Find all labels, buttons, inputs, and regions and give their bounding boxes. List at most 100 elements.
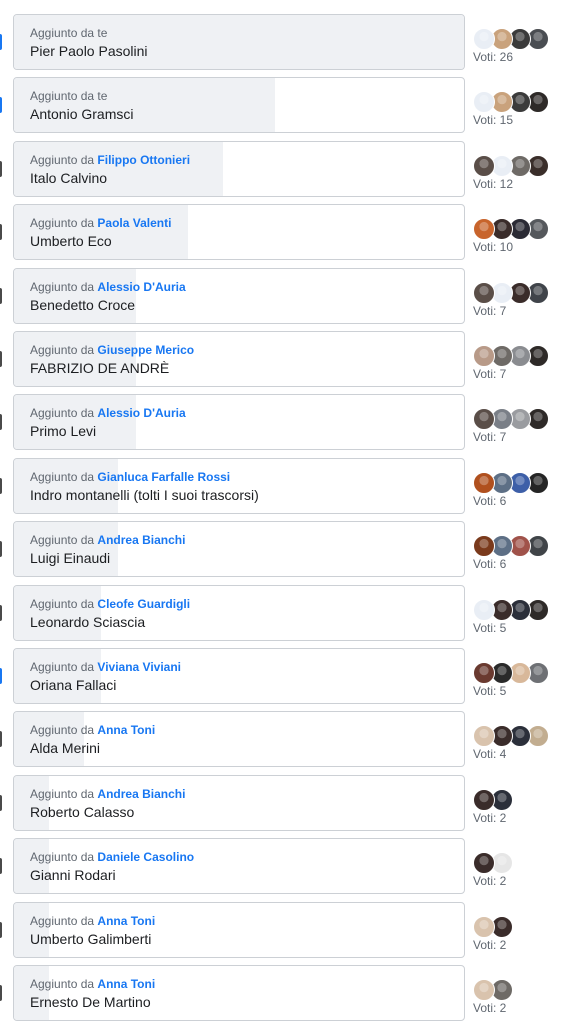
added-by-user-link[interactable]: Daniele Casolino	[97, 850, 194, 864]
voter-avatars[interactable]	[473, 408, 561, 432]
voters[interactable]: Voti: 5	[473, 662, 561, 702]
option-text: Aggiunto da Andrea Bianchi Roberto Calass…	[30, 787, 454, 822]
added-by-user-link[interactable]: Cleofe Guardigli	[97, 597, 190, 611]
vote-checkbox[interactable]	[0, 858, 2, 875]
voters[interactable]: Voti: 7	[473, 345, 561, 385]
voters[interactable]: Voti: 12	[473, 154, 561, 195]
vote-checkbox[interactable]	[0, 541, 2, 558]
voter-avatar[interactable]	[473, 345, 495, 367]
voter-avatar[interactable]	[473, 91, 495, 114]
voter-avatars[interactable]	[473, 979, 561, 1003]
voter-avatars[interactable]	[473, 535, 561, 559]
vote-checkbox[interactable]	[0, 731, 2, 748]
poll-option[interactable]: Aggiunto da Filippo Ottonieri Italo Calvi…	[13, 140, 465, 197]
added-by-user-link[interactable]: Anna Toni	[97, 723, 155, 737]
added-by-user-link[interactable]: Viviana Viviani	[97, 660, 181, 674]
poll-option[interactable]: Aggiunto da Anna Toni Ernesto De Martino	[13, 965, 465, 1021]
added-by-user-link[interactable]: Anna Toni	[97, 914, 155, 928]
vote-checkbox[interactable]	[0, 604, 2, 621]
vote-checkbox[interactable]	[0, 985, 2, 1001]
option-text: Aggiunto da Viviana Viviani Oriana Fallac…	[30, 660, 454, 695]
voter-avatars[interactable]	[473, 28, 561, 52]
poll-option[interactable]: Aggiunto da Alessio D'Auria Benedetto Cro…	[13, 267, 465, 324]
added-by-user-link[interactable]: Anna Toni	[97, 977, 155, 991]
vote-checkbox[interactable]	[0, 97, 2, 114]
poll-option[interactable]: Aggiunto da Andrea Bianchi Luigi Einaudi	[13, 521, 465, 578]
poll-option[interactable]: Aggiunto da Cleofe Guardigli Leonardo Sci…	[13, 584, 465, 641]
option-text: Aggiunto da Anna Toni Ernesto De Martino	[30, 977, 454, 1012]
added-by-user-link[interactable]: Andrea Bianchi	[97, 533, 185, 547]
voter-avatars[interactable]	[473, 154, 561, 179]
voter-avatars[interactable]	[473, 598, 561, 623]
voter-avatar[interactable]	[473, 979, 495, 1001]
voters[interactable]: Voti: 2	[473, 852, 561, 892]
voters[interactable]: Voti: 2	[473, 788, 561, 829]
added-by-user-link[interactable]: Giuseppe Merico	[97, 343, 194, 357]
voters[interactable]: Voti: 6	[473, 471, 561, 512]
added-by-user-link[interactable]: Filippo Ottonieri	[97, 153, 190, 167]
voter-avatars[interactable]	[473, 91, 561, 115]
voter-avatars[interactable]	[473, 471, 561, 496]
voter-avatars[interactable]	[473, 345, 561, 369]
voter-avatars[interactable]	[473, 788, 561, 813]
poll-option[interactable]: Aggiunto da Paola Valenti Umberto Eco	[13, 204, 465, 261]
poll-option[interactable]: Aggiunto da Giuseppe Merico FABRIZIO DE A…	[13, 331, 465, 387]
voter-avatars[interactable]	[473, 725, 561, 749]
added-by-user-link[interactable]: Paola Valenti	[97, 216, 171, 230]
poll-option[interactable]: Aggiunto da Anna Toni Alda Merini	[13, 711, 465, 768]
poll-option-row: Aggiunto da Andrea Bianchi Roberto Calass…	[0, 774, 563, 831]
voter-avatars[interactable]	[473, 852, 561, 876]
voter-avatars[interactable]	[473, 218, 561, 242]
voter-avatar[interactable]	[473, 408, 495, 431]
voter-avatar[interactable]	[473, 725, 495, 748]
poll-option[interactable]: Aggiunto da Alessio D'Auria Primo Levi	[13, 394, 465, 451]
voter-avatar[interactable]	[473, 28, 495, 50]
poll-option[interactable]: Aggiunto da te Pier Paolo Pasolini	[13, 14, 465, 70]
voter-avatar[interactable]	[473, 154, 495, 177]
poll-option[interactable]: Aggiunto da te Antonio Gramsci	[13, 77, 465, 134]
vote-checkbox[interactable]	[0, 921, 2, 938]
voter-avatar[interactable]	[473, 662, 495, 684]
added-by-user-link[interactable]: Alessio D'Auria	[97, 280, 185, 294]
voters[interactable]: Voti: 2	[473, 979, 561, 1019]
voter-avatar[interactable]	[473, 281, 495, 304]
voter-avatar[interactable]	[473, 915, 495, 938]
voters[interactable]: Voti: 26	[473, 28, 561, 68]
voters[interactable]: Voti: 6	[473, 535, 561, 575]
added-by-user-link[interactable]: Gianluca Farfalle Rossi	[97, 470, 230, 484]
option-label: Leonardo Sciascia	[30, 613, 146, 630]
added-by-line: Aggiunto da Daniele Casolino	[30, 850, 454, 865]
voters[interactable]: Voti: 7	[473, 281, 561, 322]
vote-checkbox[interactable]	[0, 224, 2, 241]
vote-checkbox[interactable]	[0, 477, 2, 494]
poll-option[interactable]: Aggiunto da Viviana Viviani Oriana Fallac…	[13, 648, 465, 704]
voters[interactable]: Voti: 4	[473, 725, 561, 765]
vote-checkbox[interactable]	[0, 668, 2, 684]
poll-option[interactable]: Aggiunto da Andrea Bianchi Roberto Calass…	[13, 774, 465, 831]
voter-avatar[interactable]	[473, 852, 495, 875]
voter-avatars[interactable]	[473, 915, 561, 940]
voters[interactable]: Voti: 7	[473, 408, 561, 448]
voters[interactable]: Voti: 10	[473, 218, 561, 258]
voter-avatars[interactable]	[473, 662, 561, 686]
voters[interactable]: Voti: 5	[473, 598, 561, 639]
vote-checkbox[interactable]	[0, 160, 2, 177]
vote-checkbox[interactable]	[0, 794, 2, 811]
added-by-user-link[interactable]: Alessio D'Auria	[97, 406, 185, 420]
poll-option[interactable]: Aggiunto da Anna Toni Umberto Galimberti	[13, 901, 465, 958]
vote-checkbox[interactable]	[0, 351, 2, 367]
voter-avatar[interactable]	[473, 471, 495, 494]
voters[interactable]: Voti: 15	[473, 91, 561, 131]
poll-option[interactable]: Aggiunto da Gianluca Farfalle Rossi Indro…	[13, 457, 465, 514]
voter-avatar[interactable]	[473, 788, 495, 811]
added-by-user-link[interactable]: Andrea Bianchi	[97, 787, 185, 801]
vote-checkbox[interactable]	[0, 34, 2, 50]
voter-avatar[interactable]	[473, 535, 495, 558]
voter-avatars[interactable]	[473, 281, 561, 306]
vote-checkbox[interactable]	[0, 414, 2, 431]
voter-avatar[interactable]	[473, 598, 495, 621]
voter-avatar[interactable]	[473, 218, 495, 241]
voters[interactable]: Voti: 2	[473, 915, 561, 956]
poll-option[interactable]: Aggiunto da Daniele Casolino Gianni Rodar…	[13, 838, 465, 895]
vote-checkbox[interactable]	[0, 287, 2, 304]
